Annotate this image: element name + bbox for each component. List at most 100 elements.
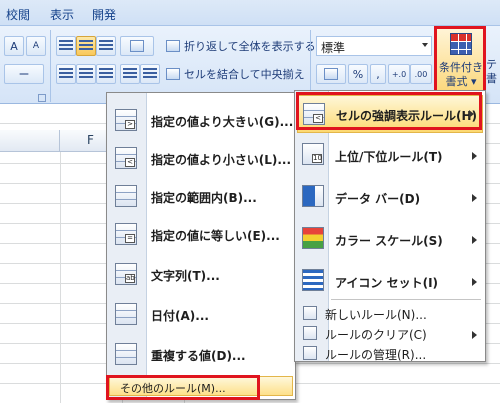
text-contains-item[interactable]: ab 文字列(T)... [107,257,295,293]
manage-rules-icon [303,346,317,360]
align-center-icon [79,68,93,80]
new-rule-icon [303,306,317,320]
equal-to-mark: = [125,234,135,243]
date-occurring-item[interactable]: 日付(A)... [107,297,295,333]
tab-view[interactable]: 表示 [50,6,74,23]
align-left-button[interactable] [56,64,76,84]
chevron-right-icon [472,278,477,286]
duplicate-values-item[interactable]: 重複する値(D)... [107,337,295,373]
comma-label: , [376,67,380,81]
shrink-font-label: A [32,41,40,51]
chevron-right-icon [472,331,477,339]
decrease-indent-icon [123,68,137,80]
icon-sets-icon [302,269,324,291]
align-top-button[interactable] [56,36,76,56]
accounting-format-button[interactable] [316,64,346,84]
font-dialog-launcher-icon[interactable] [38,94,46,102]
equal-to-item[interactable]: = 指定の値に等しい(E)... [107,217,295,253]
number-format-value: 標準 [321,41,346,55]
manage-rules-item[interactable]: ルールの管理(R)... [295,343,485,363]
number-format-dropdown[interactable]: 標準 [316,36,432,56]
icon-sets-item[interactable]: アイコン セット(I) [295,261,485,301]
ribbon-tab-bar: 校閲 表示 開発 [0,0,500,26]
between-label: 指定の範囲内(B)... [151,191,257,205]
shrink-font-button[interactable]: A [26,36,46,56]
format-as-table-label-line2: 書 [486,72,497,85]
percent-label: % [352,67,364,81]
align-right-button[interactable] [96,64,116,84]
percent-button[interactable]: % [348,64,368,84]
merge-center-icon [166,68,180,80]
tab-review[interactable]: 校閲 [6,6,30,23]
text-contains-label: 文字列(T)... [151,269,220,283]
tab-developer[interactable]: 開発 [92,6,116,23]
highlight-frame-more-rules [106,375,260,400]
grow-font-button[interactable]: A [4,36,24,56]
less-than-icon: < [115,147,137,169]
wrap-text-label: 折り返して全体を表示する [184,40,316,53]
top-ten-mark-icon: 10 [312,154,322,163]
merge-center-button[interactable]: セルを結合して中央揃え [166,66,305,82]
top-bottom-rules-item[interactable]: 10 上位/下位ルール(T) [295,135,485,175]
new-rule-item[interactable]: 新しいルール(N)... [295,303,485,323]
date-occurring-label: 日付(A)... [151,309,209,323]
increase-indent-button[interactable] [140,64,160,84]
currency-icon [324,68,338,80]
text-contains-mark: ab [125,274,135,283]
decrease-indent-button[interactable] [120,64,140,84]
between-icon [115,185,137,207]
decrease-decimal-label: .00 [414,69,428,79]
data-bars-label: データ バー(D) [335,192,421,206]
wrap-text-button[interactable]: 折り返して全体を表示する [166,38,316,54]
group-separator [50,30,51,102]
increase-decimal-button[interactable]: +.0 [388,64,410,84]
wrap-text-icon [166,40,180,52]
color-scales-item[interactable]: カラー スケール(S) [295,219,485,259]
data-bars-icon [302,185,324,207]
orientation-button[interactable] [120,36,154,56]
highlight-rules-submenu: > 指定の値より大きい(G)... < 指定の値より小さい(L)... 指定の範… [106,92,296,400]
align-left-icon [59,68,73,80]
chevron-down-icon [422,43,428,47]
align-center-button[interactable] [76,64,96,84]
chevron-right-icon [472,194,477,202]
grow-font-label: A [10,39,18,53]
duplicate-values-icon [115,343,137,365]
grid-line [60,152,61,403]
between-item[interactable]: 指定の範囲内(B)... [107,179,295,215]
column-header-label: F [87,133,94,147]
greater-than-item[interactable]: > 指定の値より大きい(G)... [107,103,295,139]
align-top-icon [59,40,73,52]
calendar-icon [115,303,137,325]
font-color-button[interactable]: ー [4,64,44,84]
duplicate-values-label: 重複する値(D)... [151,349,246,363]
top-bottom-rules-label: 上位/下位ルール(T) [335,150,443,164]
align-right-icon [99,68,113,80]
text-contains-icon: ab [115,263,137,285]
orientation-icon [130,40,144,52]
align-bottom-icon [99,40,113,52]
icon-sets-label: アイコン セット(I) [335,276,439,290]
align-bottom-button[interactable] [96,36,116,56]
less-than-mark: < [125,158,135,167]
conditional-formatting-menu: < セルの強調表示ルール(H) 10 上位/下位ルール(T) データ バー(D)… [294,90,486,362]
align-middle-button[interactable] [76,36,96,56]
less-than-item[interactable]: < 指定の値より小さい(L)... [107,141,295,177]
less-than-label: 指定の値より小さい(L)... [151,153,292,167]
clear-rules-item[interactable]: ルールのクリア(C) [295,323,485,343]
merge-center-label: セルを結合して中央揃え [184,68,305,81]
clear-rules-label: ルールのクリア(C) [325,328,427,342]
new-rule-label: 新しいルール(N)... [325,308,427,322]
format-as-table-button[interactable]: テ 書 [486,58,497,86]
greater-than-icon: > [115,109,137,131]
comma-button[interactable]: , [370,64,386,84]
decrease-decimal-button[interactable]: .00 [410,64,432,84]
data-bars-item[interactable]: データ バー(D) [295,177,485,217]
chevron-right-icon [472,236,477,244]
manage-rules-label: ルールの管理(R)... [325,348,427,362]
chevron-right-icon [472,152,477,160]
clear-rules-icon [303,326,317,340]
color-scales-label: カラー スケール(S) [335,234,443,248]
menu-separator [331,299,481,300]
column-header-e[interactable] [0,130,60,152]
